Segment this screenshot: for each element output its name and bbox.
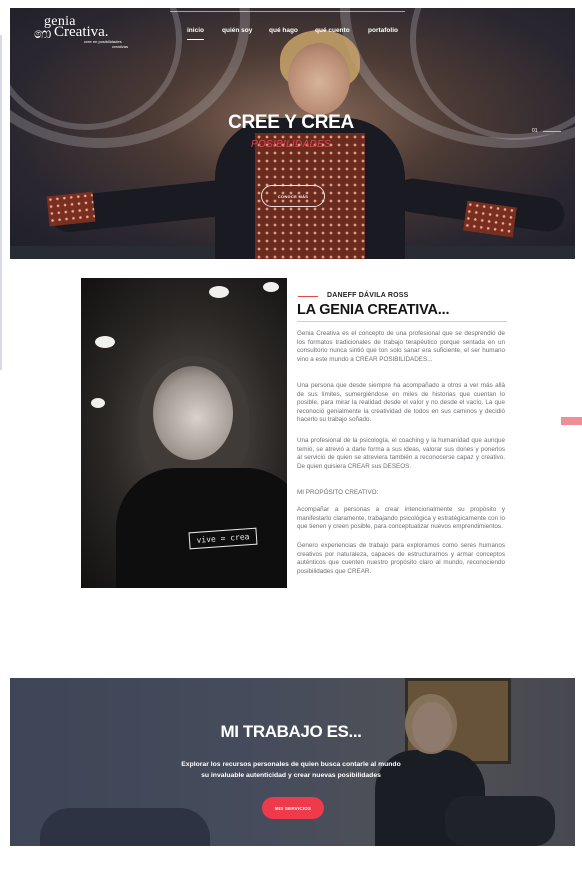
hero-person-cuff — [463, 200, 517, 238]
hero-subtitle: POSIBILIDADES — [250, 139, 332, 150]
slide-indicator-line — [543, 131, 561, 132]
hero-person-cuff — [46, 191, 96, 227]
purpose-heading: MI PROPÓSITO CREATIVO: — [297, 489, 379, 496]
photo-person-face — [153, 366, 233, 460]
work-title: MI TRABAJO ES... — [220, 722, 362, 741]
conoce-mas-button[interactable]: CONOCE MÁS — [261, 185, 325, 207]
nav-que-hago[interactable]: qué hago — [269, 27, 298, 34]
author-name: DANEFF DÁVILA ROSS — [327, 292, 409, 299]
hero-person-face — [288, 43, 350, 115]
hero-title: CREE Y CREA — [228, 112, 354, 133]
work-description-line1: Explorar los recursos personales de quie… — [181, 761, 401, 768]
nav-quien-soy[interactable]: quién soy — [222, 27, 252, 34]
mis-servicios-button[interactable]: MIS SERVICIOS — [262, 797, 324, 819]
about-title: LA GENIA CREATIVA... — [297, 302, 450, 318]
work-description-line2: su invaluable autenticidad y crear nueva… — [201, 772, 381, 779]
slide-indicator[interactable]: 01 — [532, 128, 538, 134]
photo-person-body — [116, 468, 287, 588]
nav-portafolio[interactable]: portafolio — [368, 27, 398, 34]
ceiling-light — [91, 398, 105, 408]
about-paragraph: Una profesional de la psicología, el coa… — [297, 437, 505, 470]
about-paragraph: Una persona que desde siempre ha acompañ… — [297, 382, 505, 424]
about-paragraph: Acompañar a personas a crear intencional… — [297, 506, 505, 531]
left-edge-strip — [0, 35, 2, 370]
header-divider — [170, 11, 405, 12]
nav-que-cuento[interactable]: qué cuento — [315, 27, 350, 34]
floating-side-tab[interactable] — [561, 417, 582, 425]
ceiling-light — [209, 286, 229, 298]
ceiling-light — [95, 336, 115, 348]
about-paragraph: Genero experiencias de trabajo para expl… — [297, 542, 505, 575]
logo-tagline2: creativas — [112, 44, 129, 49]
about-paragraph: Genia Creativa es el concepto de una pro… — [297, 330, 505, 363]
about-title-underline — [297, 321, 507, 322]
author-accent-line — [298, 296, 318, 297]
ceiling-light — [263, 282, 279, 292]
profile-photo: vive = crea — [81, 278, 287, 588]
nav-inicio[interactable]: inicio — [187, 27, 204, 40]
